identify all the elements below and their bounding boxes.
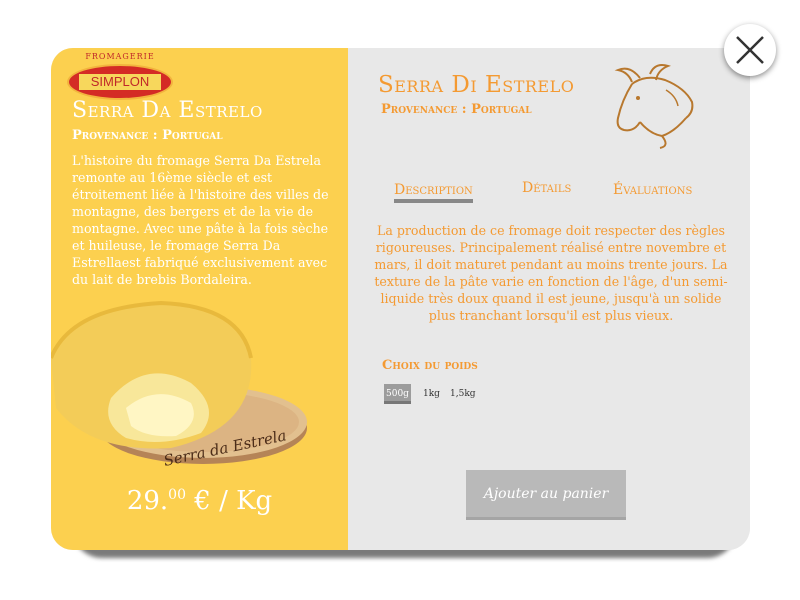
weight-option-1-5kg[interactable]: 1,5kg (450, 384, 476, 404)
goat-head-icon (614, 64, 694, 149)
price-integer: 29. (126, 486, 169, 516)
product-title-left: Serra Da Estrelo (72, 98, 263, 123)
tab-evaluations[interactable]: Évaluations (613, 182, 692, 198)
price-decimal: 00 (168, 487, 186, 503)
shop-logo: FROMAGERIE SIMPLON (65, 52, 175, 104)
cheese-image: Serra da Estrela (51, 300, 307, 470)
weight-label: Choix du poids (382, 358, 478, 373)
product-title-right: Serra Di Estrelo (378, 72, 575, 98)
price-unit: € / Kg (186, 486, 273, 516)
logo-name: SIMPLON (79, 74, 161, 90)
left-panel: FROMAGERIE SIMPLON Serra Da Estrelo Prov… (51, 48, 348, 550)
product-history-text: L'histoire du fromage Serra Da Estrela r… (72, 153, 329, 287)
logo-top-text: FROMAGERIE (85, 52, 155, 61)
weight-option-500g[interactable]: 500g (384, 384, 411, 404)
tab-description[interactable]: Description (394, 182, 473, 203)
right-panel: Serra Di Estrelo Provenance : Portugal D… (348, 48, 750, 550)
product-origin-left: Provenance : Portugal (72, 128, 223, 143)
add-to-cart-button[interactable]: Ajouter au panier (466, 470, 626, 520)
close-icon (736, 36, 764, 64)
tab-details[interactable]: Détails (522, 180, 571, 196)
product-origin-right: Provenance : Portugal (381, 102, 532, 117)
product-modal: FROMAGERIE SIMPLON Serra Da Estrelo Prov… (51, 48, 750, 550)
product-description: La production de ce fromage doit respect… (374, 223, 728, 323)
price: 29.00 € / Kg (51, 486, 348, 516)
close-button[interactable] (724, 24, 776, 76)
weight-option-1kg[interactable]: 1kg (423, 384, 440, 404)
